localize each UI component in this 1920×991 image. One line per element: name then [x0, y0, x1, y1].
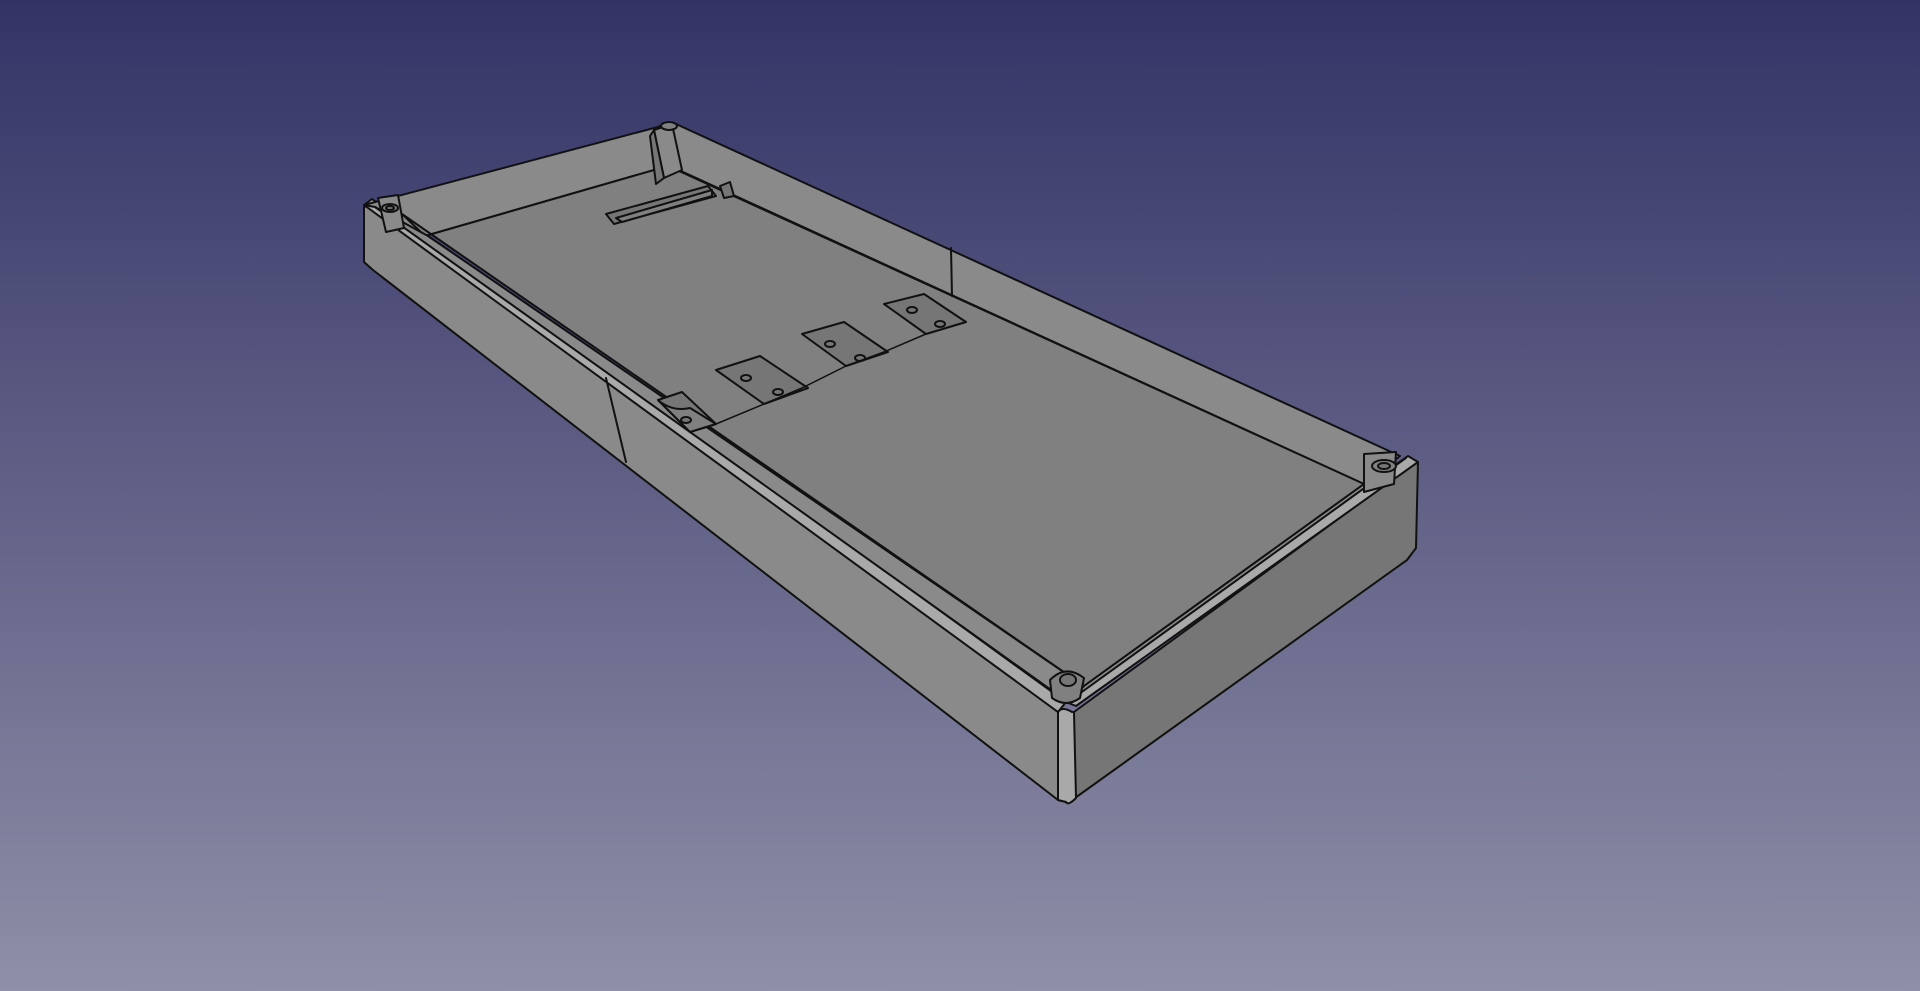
front-left-screw-boss[interactable]: [1049, 670, 1085, 704]
3d-viewport[interactable]: [0, 0, 1920, 991]
far-wall-split-seam: [950, 247, 953, 297]
front-corner-column[interactable]: [1057, 708, 1077, 805]
enclosure-model[interactable]: [0, 0, 1920, 991]
